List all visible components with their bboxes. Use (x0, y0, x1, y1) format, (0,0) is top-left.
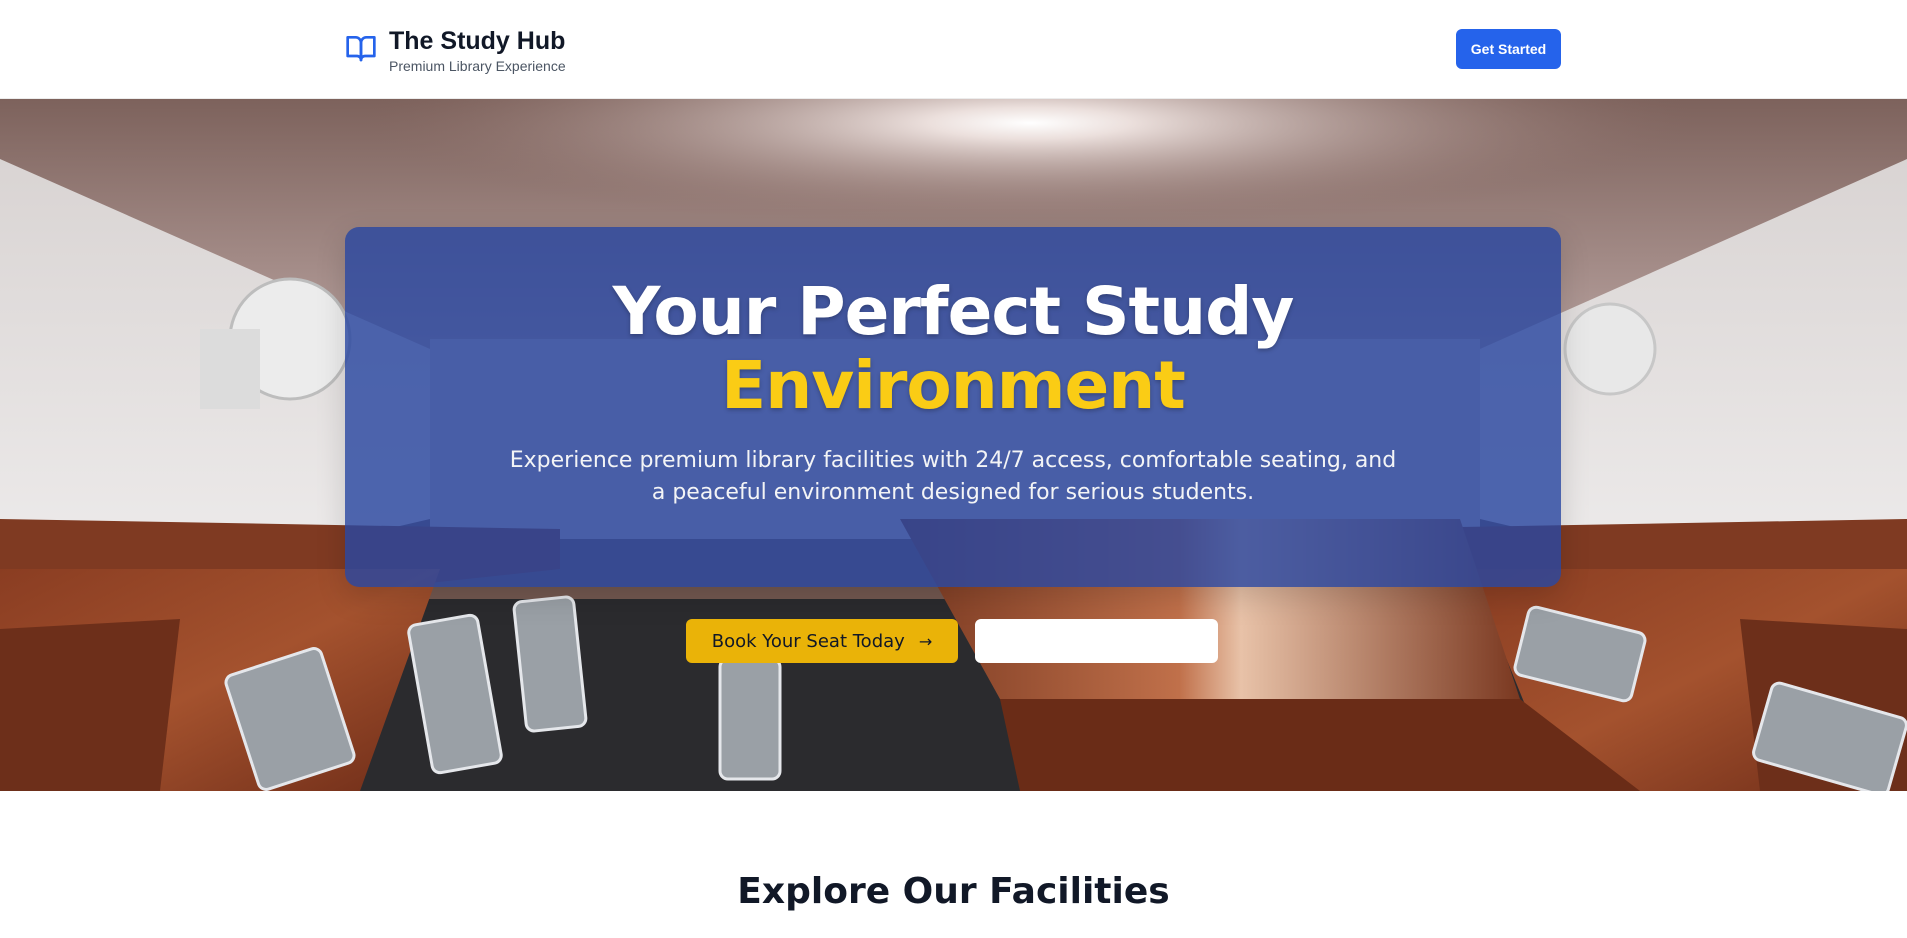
book-seat-button[interactable]: Book Your Seat Today → (686, 619, 958, 663)
facilities-title: Explore Our Facilities (737, 871, 1170, 912)
hero-title: Your Perfect Study Environment (345, 275, 1561, 423)
get-started-button[interactable]: Get Started (1456, 29, 1561, 69)
book-seat-label: Book Your Seat Today (711, 630, 905, 652)
brand-title: The Study Hub (389, 27, 566, 55)
site-header: The Study Hub Premium Library Experience… (0, 0, 1907, 99)
hero-title-line1: Your Perfect Study (612, 273, 1295, 350)
brand-text: The Study Hub Premium Library Experience (389, 26, 566, 75)
hero-description: Experience premium library facilities wi… (509, 448, 1397, 505)
secondary-hero-button[interactable] (975, 619, 1218, 663)
open-book-icon (346, 36, 376, 62)
hero-section: Your Perfect Study Environment Experienc… (0, 99, 1907, 791)
hero-card: Your Perfect Study Environment Experienc… (345, 227, 1561, 587)
hero-title-accent: Environment (721, 347, 1186, 424)
brand-subtitle: Premium Library Experience (389, 58, 566, 74)
brand[interactable]: The Study Hub Premium Library Experience (345, 26, 566, 75)
arrow-right-icon: → (918, 631, 933, 651)
